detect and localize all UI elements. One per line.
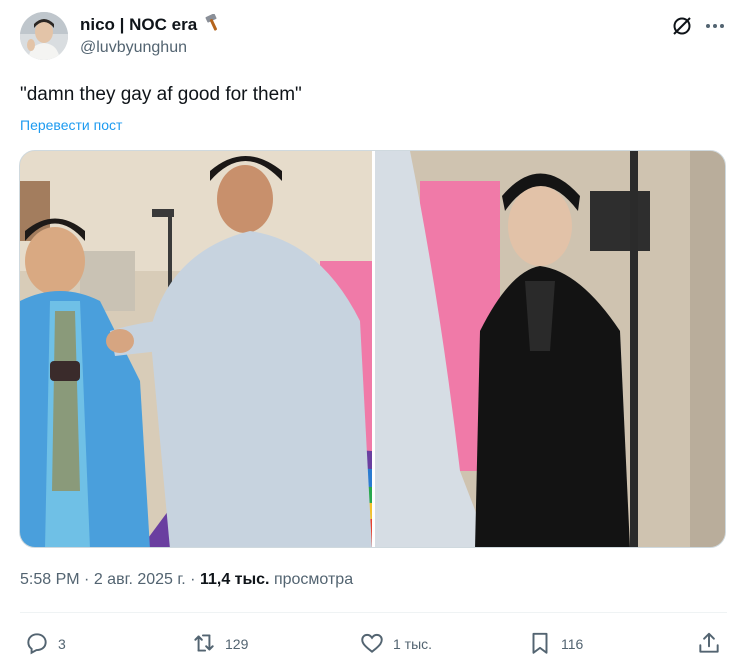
repost-count: 129 — [225, 636, 249, 652]
tweet-date[interactable]: 2 авг. 2025 г. — [94, 571, 186, 588]
share-icon — [696, 630, 722, 659]
avatar[interactable] — [20, 12, 68, 60]
bookmark-count: 116 — [561, 636, 584, 652]
views-label: просмотра — [273, 571, 354, 588]
meta-separator: · — [84, 571, 94, 588]
tweet-media[interactable] — [19, 150, 726, 548]
share-button[interactable] — [696, 631, 722, 657]
author-handle[interactable]: @luvbyunghun — [80, 39, 187, 57]
reply-count: 3 — [58, 636, 66, 652]
like-icon — [359, 630, 385, 659]
like-count: 1 тыс. — [393, 636, 433, 652]
more-icon[interactable] — [703, 14, 727, 38]
bookmark-button[interactable]: 116 — [527, 631, 583, 657]
repost-icon — [191, 630, 217, 659]
divider — [20, 612, 727, 613]
grok-icon[interactable] — [670, 14, 694, 38]
meta-separator: · — [190, 571, 200, 588]
reply-button[interactable]: 3 — [24, 631, 66, 657]
views-count: 11,4 тыс. — [199, 571, 270, 588]
tweet-time[interactable]: 5:58 PM — [20, 571, 80, 588]
translate-link[interactable]: Перевести пост — [20, 117, 122, 133]
repost-button[interactable]: 129 — [191, 631, 248, 657]
bookmark-icon — [527, 630, 553, 659]
like-button[interactable]: 1 тыс. — [359, 631, 432, 657]
author-name[interactable]: nico | NOC era — [80, 13, 223, 37]
tweet-meta: 5:58 PM · 2 авг. 2025 г. · 11,4 тыс. про… — [20, 571, 353, 589]
tweet-text: "damn they gay af good for them" — [20, 84, 302, 105]
hammer-icon — [203, 13, 223, 37]
author-name-text[interactable]: nico | NOC era — [80, 15, 197, 34]
reply-icon — [24, 630, 50, 659]
